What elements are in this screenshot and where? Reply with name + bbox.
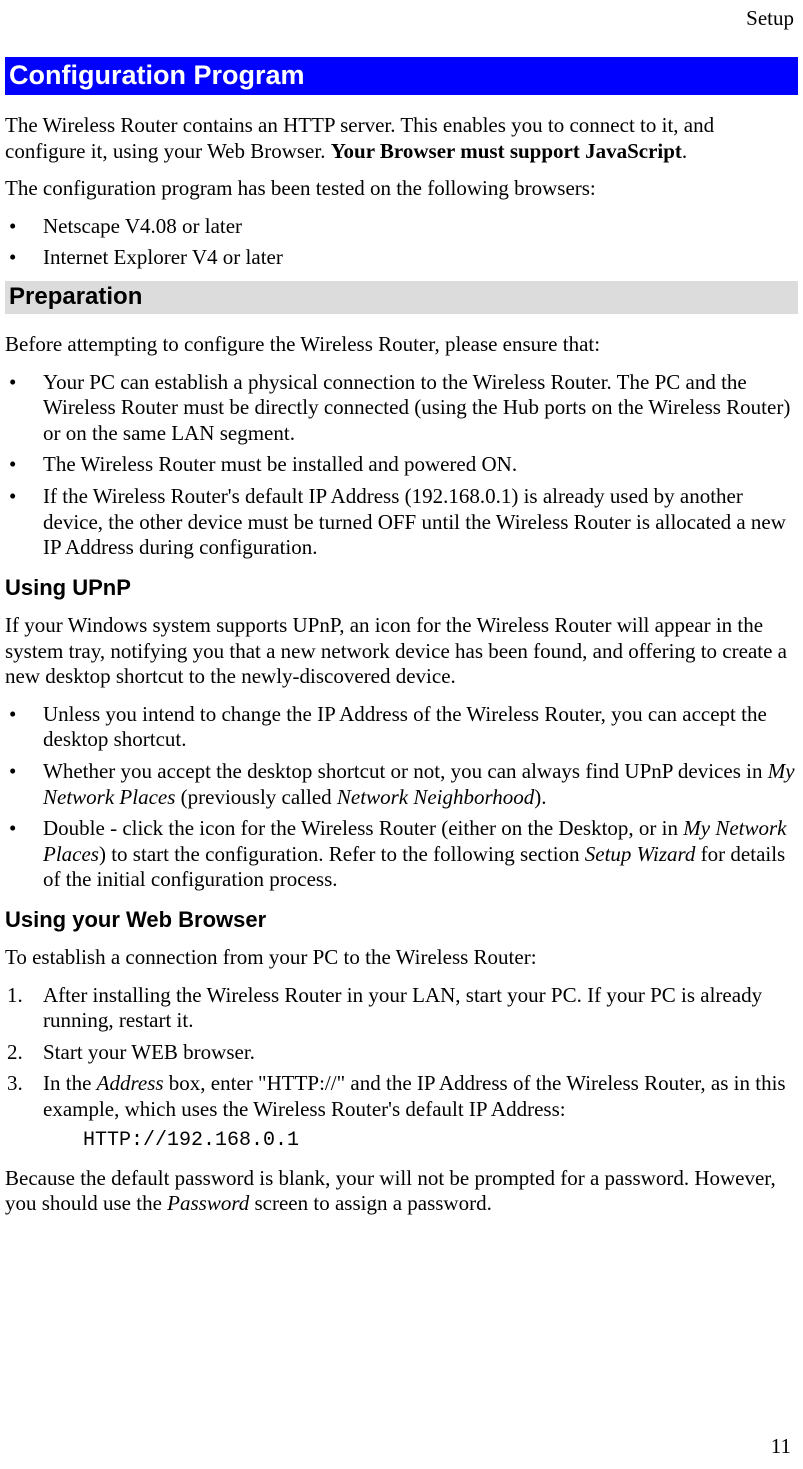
preparation-intro: Before attempting to configure the Wirel… xyxy=(5,332,798,358)
text: ). xyxy=(534,785,546,809)
password-note: Because the default password is blank, y… xyxy=(5,1166,798,1217)
heading-preparation: Preparation xyxy=(5,281,798,314)
list-item: Netscape V4.08 or later xyxy=(5,214,798,240)
heading-configuration-program: Configuration Program xyxy=(5,57,798,95)
italic-text: Network Neighborhood xyxy=(337,785,534,809)
web-intro: To establish a connection from your PC t… xyxy=(5,945,798,971)
bold-text: Your Browser must support JavaScript xyxy=(331,139,682,163)
web-steps-list: After installing the Wireless Router in … xyxy=(5,983,798,1123)
preparation-list: Your PC can establish a physical connect… xyxy=(5,370,798,561)
text: screen to assign a password. xyxy=(249,1191,492,1215)
list-item: Whether you accept the desktop shortcut … xyxy=(5,759,798,810)
http-example: HTTP://192.168.0.1 xyxy=(83,1129,798,1152)
heading-using-web-browser: Using your Web Browser xyxy=(5,907,798,933)
text: Double - click the icon for the Wireless… xyxy=(43,816,683,840)
intro-paragraph-1: The Wireless Router contains an HTTP ser… xyxy=(5,113,798,164)
list-item: Start your WEB browser. xyxy=(5,1040,798,1066)
list-item: Your PC can establish a physical connect… xyxy=(5,370,798,447)
list-item: If the Wireless Router's default IP Addr… xyxy=(5,484,798,561)
list-item: After installing the Wireless Router in … xyxy=(5,983,798,1034)
italic-text: Password xyxy=(167,1191,249,1215)
intro-paragraph-2: The configuration program has been teste… xyxy=(5,176,798,202)
upnp-list: Unless you intend to change the IP Addre… xyxy=(5,702,798,893)
upnp-intro: If your Windows system supports UPnP, an… xyxy=(5,613,798,690)
italic-text: Address xyxy=(97,1071,164,1095)
list-item: Double - click the icon for the Wireless… xyxy=(5,816,798,893)
heading-using-upnp: Using UPnP xyxy=(5,575,798,601)
text: In the xyxy=(43,1071,97,1095)
list-item: Internet Explorer V4 or later xyxy=(5,245,798,271)
text: ) to start the configuration. Refer to t… xyxy=(99,842,585,866)
text: . xyxy=(682,139,687,163)
text: (previously called xyxy=(175,785,337,809)
header-section-label: Setup xyxy=(5,6,798,31)
list-item: The Wireless Router must be installed an… xyxy=(5,452,798,478)
italic-text: Setup Wizard xyxy=(585,842,696,866)
page-number: 11 xyxy=(771,1434,791,1459)
list-item: Unless you intend to change the IP Addre… xyxy=(5,702,798,753)
list-item: In the Address box, enter "HTTP://" and … xyxy=(5,1071,798,1122)
text: Whether you accept the desktop shortcut … xyxy=(43,759,768,783)
browsers-list: Netscape V4.08 or later Internet Explore… xyxy=(5,214,798,271)
